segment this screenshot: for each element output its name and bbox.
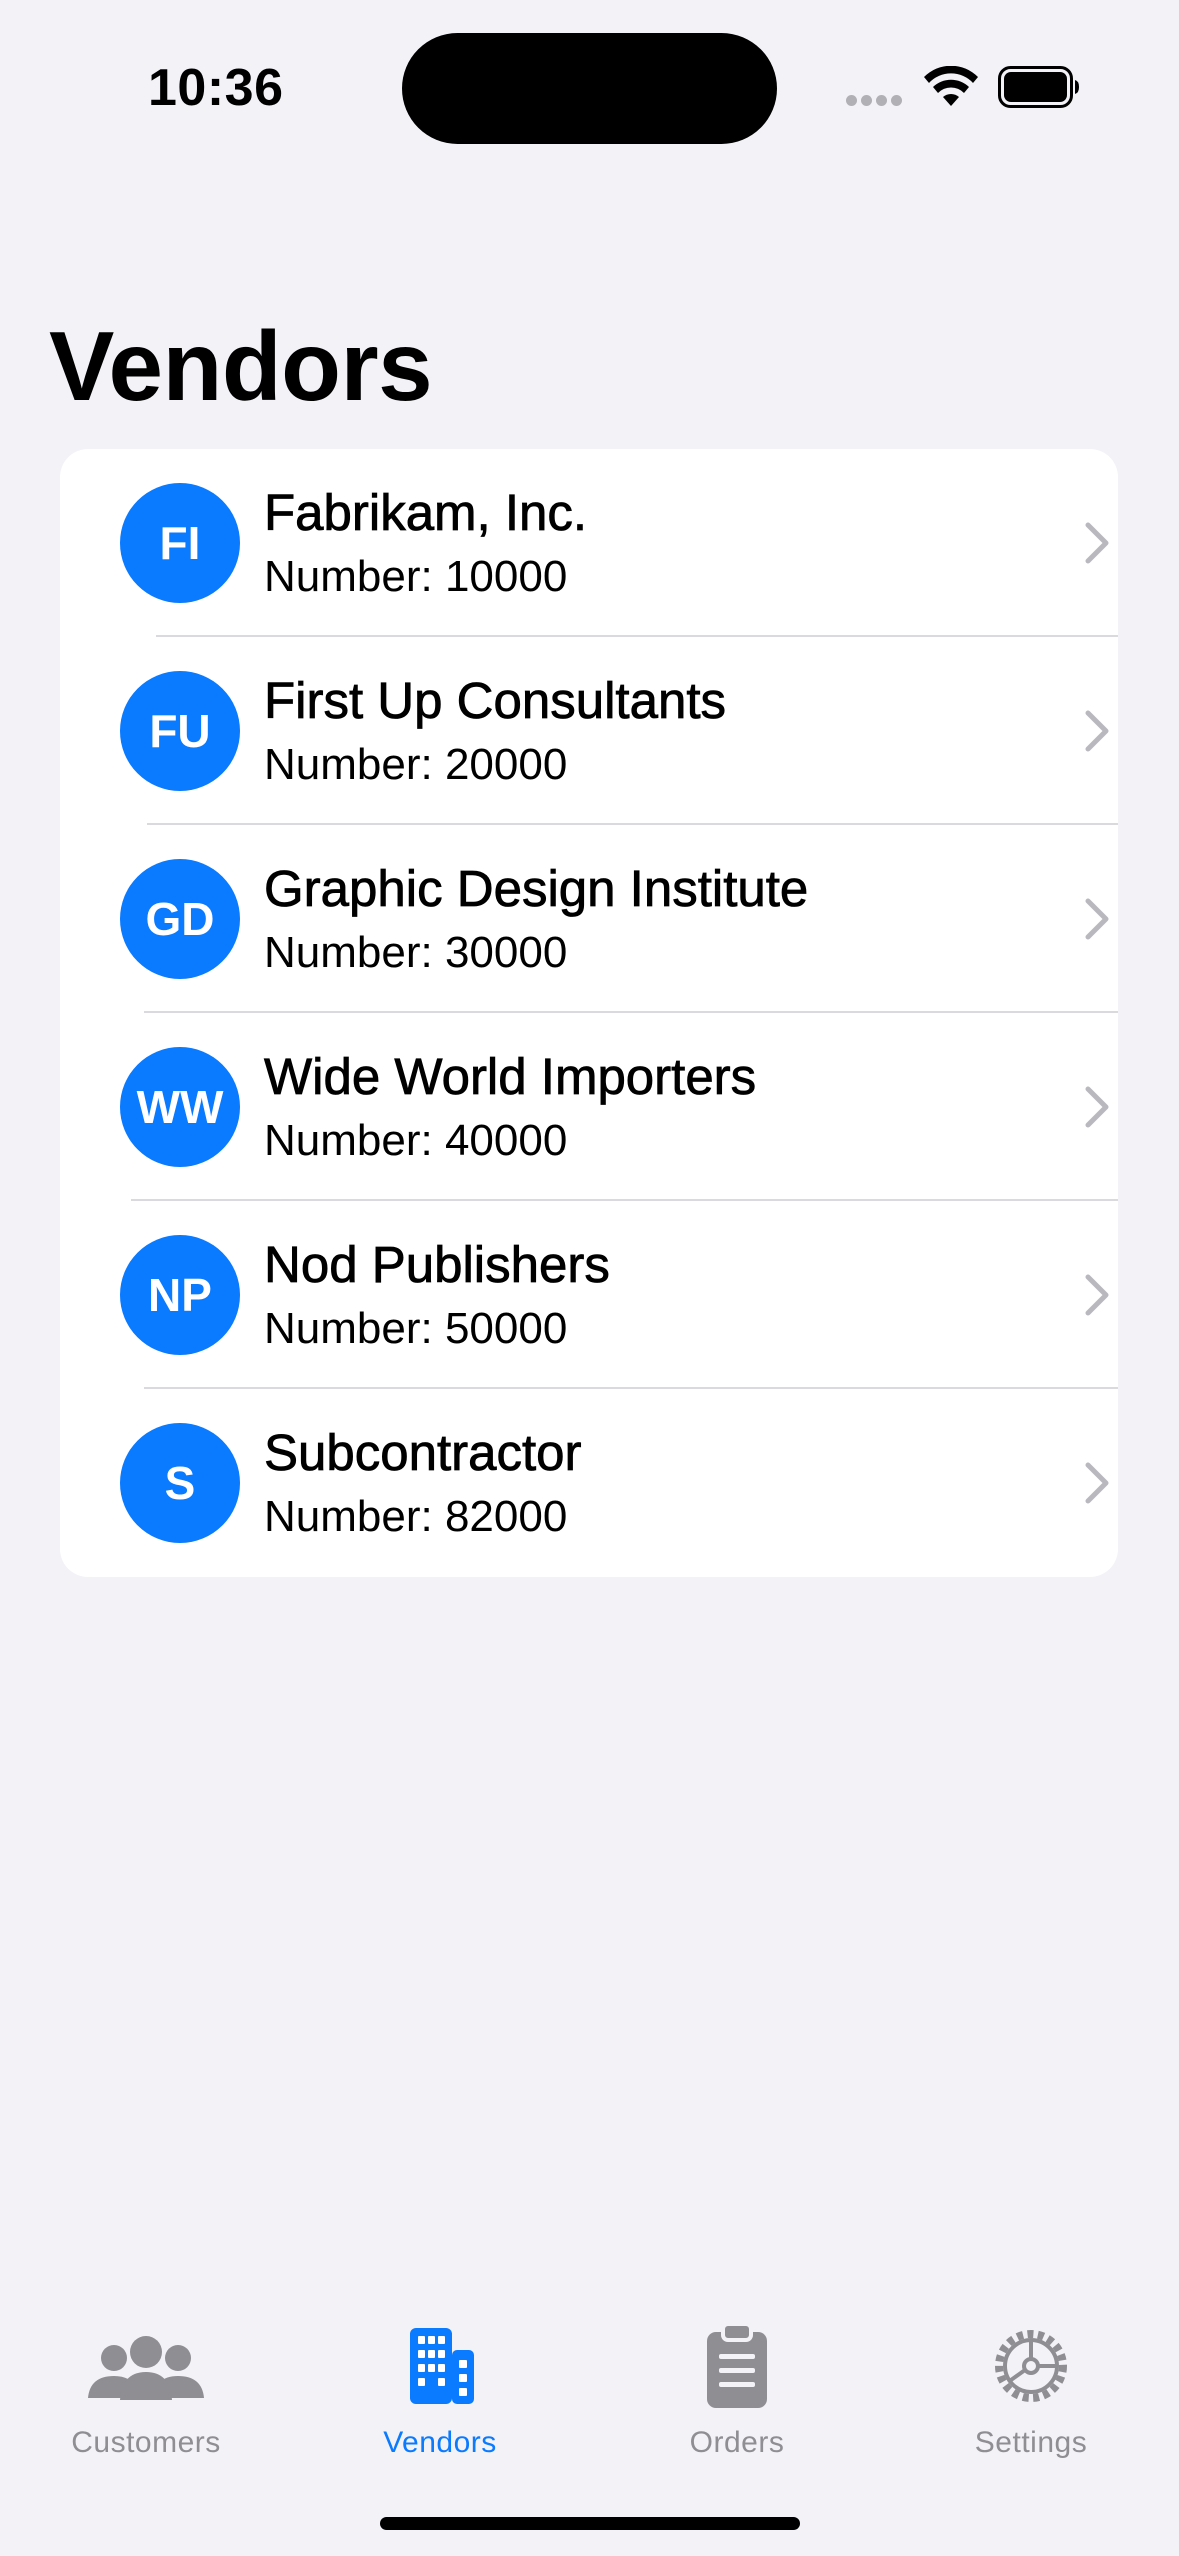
battery-icon [998,66,1079,108]
building-icon [410,2328,474,2404]
home-indicator[interactable] [380,2517,800,2530]
vendor-list: FI Fabrikam, Inc. Number: 10000 FU First… [60,449,1118,1577]
vendor-avatar: NP [120,1235,240,1355]
tab-vendors[interactable]: Vendors [310,2300,570,2460]
wifi-icon [924,66,978,106]
vendor-avatar: FI [120,483,240,603]
vendor-row[interactable]: FU First Up Consultants Number: 20000 [60,637,1118,825]
status-bar: 10:36 [0,0,1179,170]
people-icon [88,2336,204,2400]
vendor-avatar: S [120,1423,240,1543]
vendor-row[interactable]: S Subcontractor Number: 82000 [60,1389,1118,1577]
vendor-row[interactable]: FI Fabrikam, Inc. Number: 10000 [60,449,1118,637]
vendor-number: Number: 40000 [264,1116,568,1165]
vendor-number: Number: 50000 [264,1304,568,1353]
tab-settings[interactable]: Settings [901,2300,1161,2460]
gear-icon [995,2330,1067,2402]
page-title: Vendors [49,311,433,421]
vendor-avatar: WW [120,1047,240,1167]
chevron-right-icon [1085,1086,1109,1128]
tab-orders[interactable]: Orders [607,2300,867,2460]
tab-label: Orders [689,2426,785,2459]
vendor-number: Number: 20000 [264,740,568,789]
vendor-name: Fabrikam, Inc. [264,484,588,542]
vendor-number: Number: 82000 [264,1492,568,1541]
vendor-name: Nod Publishers [264,1236,611,1294]
tab-label: Vendors [383,2426,497,2459]
chevron-right-icon [1085,898,1109,940]
status-time: 10:36 [148,59,284,117]
vendor-name: Wide World Importers [264,1048,757,1106]
chevron-right-icon [1085,1462,1109,1504]
tab-customers[interactable]: Customers [16,2300,276,2460]
cellular-signal-icon [846,95,904,107]
clipboard-icon [707,2322,767,2408]
vendor-name: Graphic Design Institute [264,860,809,918]
vendor-row[interactable]: WW Wide World Importers Number: 40000 [60,1013,1118,1201]
vendor-avatar: GD [120,859,240,979]
chevron-right-icon [1085,1274,1109,1316]
vendor-number: Number: 30000 [264,928,568,977]
vendor-number: Number: 10000 [264,552,568,601]
tab-label: Settings [974,2426,1088,2459]
vendor-name: Subcontractor [264,1424,582,1482]
dynamic-island [402,33,777,144]
vendor-avatar: FU [120,671,240,791]
vendor-name: First Up Consultants [264,672,727,730]
chevron-right-icon [1085,522,1109,564]
vendor-row[interactable]: NP Nod Publishers Number: 50000 [60,1201,1118,1389]
chevron-right-icon [1085,710,1109,752]
vendor-row[interactable]: GD Graphic Design Institute Number: 3000… [60,825,1118,1013]
tab-label: Customers [71,2426,221,2459]
